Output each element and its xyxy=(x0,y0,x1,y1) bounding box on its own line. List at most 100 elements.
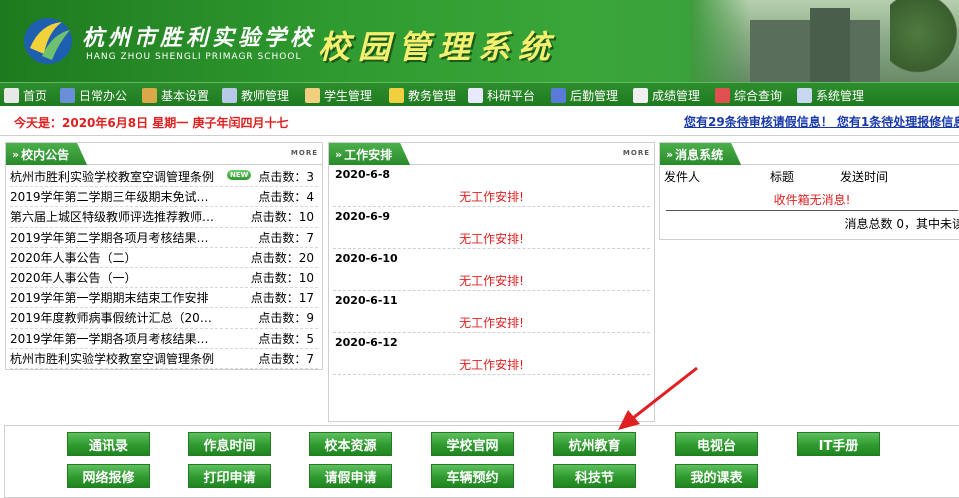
nav-item-6[interactable]: 科研平台 xyxy=(468,86,535,104)
announcement-title[interactable]: 2019年度教师病事假统计汇总（2019） xyxy=(10,309,215,326)
announcement-title[interactable]: 2020年人事公告（一） xyxy=(10,269,215,286)
announcement-title[interactable]: 2019学年第一学期各项月考核结果公示 xyxy=(10,330,215,347)
nav-item-label: 科研平台 xyxy=(487,88,536,103)
announcement-title[interactable]: 2019学年第二学期三年级期末免试生名单 xyxy=(10,188,215,205)
announcement-title[interactable]: 杭州市胜利实验学校教室空调管理条例 xyxy=(10,350,215,367)
work-day: 2020-6-12 无工作安排! xyxy=(333,333,650,375)
quick-link-button[interactable]: 电视台 xyxy=(675,432,758,456)
messages-tab: » 消息系统 xyxy=(660,143,741,165)
announcement-clicks: 点击数：20 xyxy=(250,250,314,265)
nav-item-10[interactable]: 系统管理 xyxy=(797,86,864,104)
announcement-row[interactable]: 2019学年第一学期各项月考核结果公示 点击数：5 xyxy=(10,329,318,349)
col-sender: 发件人 xyxy=(664,169,701,184)
announcement-title[interactable]: 2020年人事公告（二） xyxy=(10,249,215,266)
student-icon xyxy=(305,87,320,103)
work-date: 2020-6-10 xyxy=(335,252,398,265)
announcement-clicks: 点击数：3 xyxy=(258,170,314,185)
work-day: 2020-6-11 无工作安排! xyxy=(333,291,650,333)
announcement-clicks: 点击数：10 xyxy=(250,210,314,225)
quick-link-button[interactable]: 校本资源 xyxy=(309,432,392,456)
nav-item-label: 教师管理 xyxy=(241,88,290,103)
system-icon xyxy=(797,87,812,103)
announcement-title[interactable]: 杭州市胜利实验学校教室空调管理条例 xyxy=(10,168,215,185)
announcement-title[interactable]: 2019学年第一学期期末结束工作安排 xyxy=(10,289,215,306)
quick-link-button[interactable]: 学校官网 xyxy=(431,432,514,456)
nav-item-label: 日常办公 xyxy=(79,88,128,103)
announcement-row[interactable]: 2020年人事公告（二） 点击数：20 xyxy=(10,248,318,268)
truck-icon xyxy=(551,87,566,103)
announcement-title[interactable]: 2019学年第二学期各项月考核结果公示 xyxy=(10,229,215,246)
quick-link-button[interactable]: IT手册 xyxy=(797,432,880,456)
announcement-row[interactable]: 2019学年第一学期期末结束工作安排 点击数：17 xyxy=(10,288,318,309)
announcement-clicks: 点击数：9 xyxy=(258,311,314,326)
school-name: 杭州市胜利实验学校 xyxy=(82,25,317,51)
work-title: 工作安排 xyxy=(344,147,393,162)
teacher-icon xyxy=(222,87,237,103)
announcement-clicks: 点击数：4 xyxy=(258,190,314,205)
nav-item-9[interactable]: 综合查询 xyxy=(715,86,782,104)
quick-link-button[interactable]: 通讯录 xyxy=(67,432,150,456)
today-date: 今天是：2020年6月8日 星期一 庚子年闰四月十七 xyxy=(14,116,289,130)
quick-link-button[interactable]: 车辆预约 xyxy=(431,464,514,488)
nav-item-4[interactable]: 学生管理 xyxy=(305,86,372,104)
work-date: 2020-6-11 xyxy=(335,294,398,307)
quick-link-button[interactable]: 作息时间 xyxy=(188,432,271,456)
work-more-link[interactable]: MORE xyxy=(623,149,650,157)
work-text: 无工作安排! xyxy=(459,190,524,204)
work-date: 2020-6-8 xyxy=(335,168,391,181)
info-bar: 今天是：2020年6月8日 星期一 庚子年闰四月十七 您有29条待审核请假信息！… xyxy=(0,108,959,136)
messages-panel: » 消息系统 发件人 标题 发送时间 收件箱无消息! 消息总数 0，其中未读 xyxy=(659,142,959,240)
announcement-row[interactable]: 杭州市胜利实验学校教室空调管理条例 NEW 点击数：3 xyxy=(10,167,318,188)
double-chevron-icon: » xyxy=(666,147,672,161)
quick-link-button[interactable]: 网络报修 xyxy=(67,464,150,488)
double-chevron-icon: » xyxy=(335,147,341,161)
announcement-clicks: 点击数：10 xyxy=(250,271,314,286)
announcement-row[interactable]: 2019学年第二学期各项月考核结果公示 点击数：7 xyxy=(10,228,318,248)
double-chevron-icon: » xyxy=(12,147,18,161)
nav-item-1[interactable]: 日常办公 xyxy=(60,86,127,104)
school-logo-icon xyxy=(24,18,72,64)
quick-link-button[interactable]: 我的课表 xyxy=(675,464,758,488)
settings-icon xyxy=(142,87,157,103)
work-text: 无工作安排! xyxy=(459,232,524,246)
quick-link-button[interactable]: 打印申请 xyxy=(188,464,271,488)
nav-item-label: 学生管理 xyxy=(324,88,373,103)
col-time: 发送时间 xyxy=(840,169,889,184)
bar-chart-icon xyxy=(715,87,730,103)
announcement-row[interactable]: 2019学年第二学期三年级期末免试生名单 点击数：4 xyxy=(10,187,318,208)
nav-item-label: 系统管理 xyxy=(816,88,865,103)
announcement-title[interactable]: 第六届上城区特级教师评选推荐教师公示 xyxy=(10,208,215,225)
pending-notice-link[interactable]: 您有29条待审核请假信息！ 您有1条待处理报修信息！ xyxy=(684,113,959,130)
messages-empty-text: 收件箱无消息! xyxy=(666,187,958,211)
announcements-tab: » 校内公告 xyxy=(6,143,87,165)
nav-item-label: 基本设置 xyxy=(161,88,210,103)
work-day: 2020-6-9 无工作安排! xyxy=(333,207,650,249)
announcement-row[interactable]: 2019年度教师病事假统计汇总（2019） 点击数：9 xyxy=(10,308,318,329)
nav-item-label: 成绩管理 xyxy=(652,88,701,103)
work-day: 2020-6-8 无工作安排! xyxy=(333,165,650,207)
nav-item-2[interactable]: 基本设置 xyxy=(142,86,209,104)
nav-item-7[interactable]: 后勤管理 xyxy=(551,86,618,104)
pen-icon xyxy=(389,87,404,103)
quick-link-button[interactable]: 杭州教育 xyxy=(553,432,636,456)
announcements-more-link[interactable]: MORE xyxy=(291,149,318,157)
work-text: 无工作安排! xyxy=(459,274,524,288)
school-name-en: HANG ZHOU SHENGLI PRIMAGR SCHOOL xyxy=(86,52,302,62)
nav-item-label: 综合查询 xyxy=(734,88,783,103)
nav-item-8[interactable]: 成绩管理 xyxy=(633,86,700,104)
announcements-list: 杭州市胜利实验学校教室空调管理条例 NEW 点击数：3 2019学年第二学期三年级期末… xyxy=(6,165,322,369)
quick-link-button[interactable]: 请假申请 xyxy=(309,464,392,488)
nav-item-label: 后勤管理 xyxy=(570,88,619,103)
work-panel: » 工作安排 MORE 2020-6-8 无工作安排! 2020-6-9 无工作安排!… xyxy=(328,142,655,422)
col-title: 标题 xyxy=(770,169,795,184)
quick-links-box: 通讯录 作息时间 校本资源 学校官网 杭州教育 电视台 IT手册网络报修 打印申请 请假申请 车辆… xyxy=(4,425,959,498)
nav-item-3[interactable]: 教师管理 xyxy=(222,86,289,104)
home-icon xyxy=(4,87,19,103)
announcement-row[interactable]: 杭州市胜利实验学校教室空调管理条例 点击数：7 xyxy=(10,349,318,369)
quick-link-button[interactable]: 科技节 xyxy=(553,464,636,488)
announcement-row[interactable]: 第六届上城区特级教师评选推荐教师公示 点击数：10 xyxy=(10,207,318,228)
messages-title: 消息系统 xyxy=(675,147,724,162)
nav-item-5[interactable]: 教务管理 xyxy=(389,86,456,104)
announcement-row[interactable]: 2020年人事公告（一） 点击数：10 xyxy=(10,268,318,289)
nav-item-0[interactable]: 首页 xyxy=(4,86,47,104)
